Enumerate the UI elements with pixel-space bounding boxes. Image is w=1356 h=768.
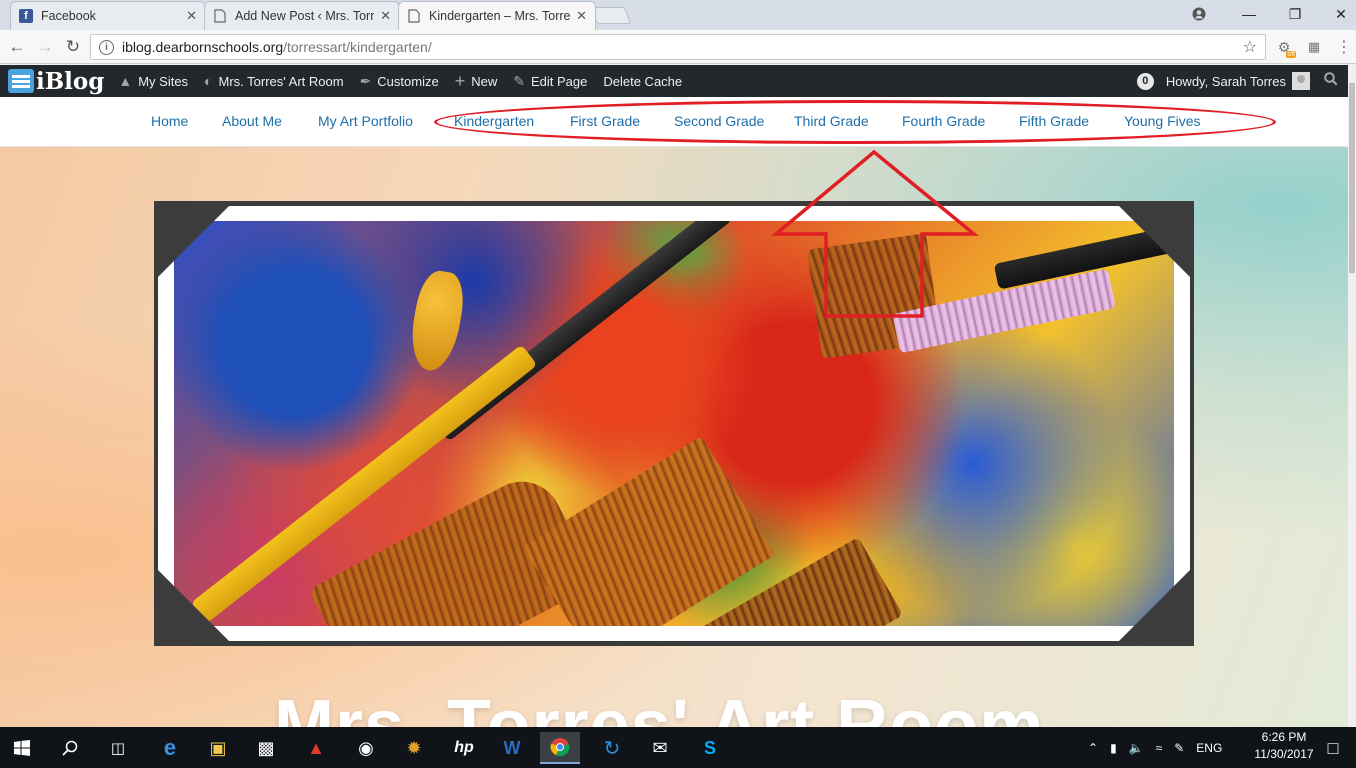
forward-arrow-icon[interactable]: →: [34, 36, 56, 58]
delete-cache-link[interactable]: Delete Cache: [603, 74, 682, 89]
close-tab-icon[interactable]: ✕: [186, 8, 197, 24]
url-host: iblog.dearbornschools.org: [122, 39, 284, 55]
browser-tab-strip: f Facebook ✕ Add New Post ‹ Mrs. Torr ✕ …: [0, 0, 1356, 30]
pdf-extension-icon[interactable]: ▦: [1304, 37, 1324, 57]
plus-icon: +: [454, 70, 466, 91]
nav-young-fives[interactable]: Young Fives: [1124, 113, 1201, 129]
nav-my-art-portfolio[interactable]: My Art Portfolio: [318, 113, 413, 129]
reload-icon[interactable]: ↻: [62, 36, 84, 58]
volume-icon[interactable]: 🔈: [1129, 741, 1144, 755]
brush-bristles: [522, 435, 776, 626]
info-icon[interactable]: i: [99, 39, 114, 55]
clock-date: 11/30/2017: [1254, 747, 1314, 761]
tab-kindergarten[interactable]: Kindergarten – Mrs. Torre ✕: [398, 1, 596, 30]
my-sites-link[interactable]: ▲ My Sites: [118, 73, 188, 89]
tab-title: Facebook: [41, 9, 96, 23]
close-tab-icon[interactable]: ✕: [380, 8, 391, 24]
tab-title: Add New Post ‹ Mrs. Torr: [235, 9, 375, 23]
sites-icon: ▲: [118, 73, 133, 89]
browser-toolbar: ← → ↻ i iblog.dearbornschools.org /torre…: [0, 30, 1356, 64]
url-path: /torressart/kindergarten/: [283, 39, 432, 55]
extension-icon[interactable]: ⚙ off: [1274, 37, 1296, 58]
search-icon[interactable]: [1324, 72, 1338, 90]
pen-icon[interactable]: ✎: [1174, 741, 1184, 755]
comments-count-badge[interactable]: 0: [1136, 72, 1154, 90]
system-tray: ⌃ ▮ 🔈 ≈ ✎ ENG: [1088, 727, 1222, 768]
avatar[interactable]: [1292, 72, 1310, 90]
nav-about-me[interactable]: About Me: [222, 113, 282, 129]
profile-icon[interactable]: [1176, 0, 1222, 28]
close-tab-icon[interactable]: ✕: [576, 8, 587, 24]
site-name-link[interactable]: ◐ Mrs. Torres' Art Room: [204, 73, 344, 89]
nav-home[interactable]: Home: [151, 113, 188, 129]
scrollbar-thumb[interactable]: [1349, 83, 1355, 273]
admin-bar: iBlog ▲ My Sites ◐ Mrs. Torres' Art Room…: [0, 65, 1348, 97]
menu-icon[interactable]: ⋮: [1334, 37, 1354, 57]
task-view-icon[interactable]: ◫: [98, 732, 138, 764]
sync-app-icon[interactable]: ↻: [592, 732, 632, 764]
nav-third-grade[interactable]: Third Grade: [794, 113, 869, 129]
paint-blob: [405, 267, 469, 375]
facebook-icon: f: [19, 9, 33, 23]
restore-icon[interactable]: ❐: [1272, 0, 1318, 28]
nav-second-grade[interactable]: Second Grade: [674, 113, 764, 129]
word-icon[interactable]: W: [492, 732, 532, 764]
nav-kindergarten[interactable]: Kindergarten: [454, 113, 534, 129]
tab-facebook[interactable]: f Facebook ✕: [10, 1, 206, 30]
nav-fifth-grade[interactable]: Fifth Grade: [1019, 113, 1089, 129]
page-icon: [213, 9, 227, 23]
iblog-logo-icon: [8, 69, 34, 93]
photos-app-icon[interactable]: ✹: [394, 732, 434, 764]
store-icon[interactable]: ▩: [246, 732, 286, 764]
brush-icon: ✒: [359, 72, 372, 89]
page-content: Mrs. Torres' Art Room: [0, 147, 1348, 727]
skype-icon[interactable]: S: [690, 732, 730, 764]
input-language[interactable]: ENG: [1196, 741, 1222, 755]
close-window-icon[interactable]: ✕: [1318, 0, 1356, 28]
nav-fourth-grade[interactable]: Fourth Grade: [902, 113, 985, 129]
mail-icon[interactable]: ✉: [640, 732, 680, 764]
page-icon: [407, 9, 421, 23]
howdy-user[interactable]: Howdy, Sarah Torres: [1166, 74, 1286, 89]
minimize-icon[interactable]: —: [1226, 0, 1272, 28]
wifi-icon[interactable]: ≈: [1156, 741, 1163, 755]
acrobat-icon[interactable]: ▲: [296, 732, 336, 764]
new-content-link[interactable]: + New: [455, 71, 498, 92]
show-hidden-icons-icon[interactable]: ⌃: [1088, 741, 1098, 755]
bookmark-star-icon[interactable]: ☆: [1243, 37, 1257, 57]
chrome-icon[interactable]: [540, 732, 580, 764]
edge-icon[interactable]: e: [150, 732, 190, 764]
edit-page-link[interactable]: ✎ Edit Page: [513, 73, 587, 90]
search-icon[interactable]: [50, 732, 90, 764]
customize-link[interactable]: ✒ Customize: [360, 73, 439, 90]
page-scrollbar[interactable]: [1348, 65, 1356, 727]
nav-first-grade[interactable]: First Grade: [570, 113, 640, 129]
webcam-icon[interactable]: ◉: [346, 732, 386, 764]
clock-time: 6:26 PM: [1261, 730, 1307, 744]
site-navigation: Home About Me My Art Portfolio Kindergar…: [0, 97, 1348, 147]
back-arrow-icon[interactable]: ←: [6, 36, 28, 58]
pencil-icon: ✎: [513, 72, 525, 89]
windows-start-icon[interactable]: [2, 732, 42, 764]
tab-title: Kindergarten – Mrs. Torre: [429, 9, 571, 23]
address-bar[interactable]: i iblog.dearbornschools.org /torressart/…: [90, 34, 1266, 60]
extension-badge: off: [1286, 51, 1296, 58]
new-tab-button[interactable]: [590, 7, 632, 24]
site-title: Mrs. Torres' Art Room: [274, 686, 1045, 727]
notifications-icon[interactable]: □: [1316, 732, 1350, 764]
tab-add-new-post[interactable]: Add New Post ‹ Mrs. Torr ✕: [204, 1, 400, 30]
system-clock[interactable]: 6:26 PM 11/30/2017: [1252, 729, 1316, 763]
battery-icon[interactable]: ▮: [1110, 741, 1117, 755]
dashboard-icon: ◐: [204, 73, 213, 89]
windows-taskbar: ◫ e ▣ ▩ ▲ ◉ ✹ hp W ↻ ✉ S ⌃ ▮ 🔈 ≈ ✎ ENG 6…: [0, 727, 1356, 768]
iblog-logo[interactable]: iBlog: [8, 68, 104, 95]
file-explorer-icon[interactable]: ▣: [198, 732, 238, 764]
header-image: [174, 221, 1174, 626]
hp-icon[interactable]: hp: [444, 732, 484, 764]
